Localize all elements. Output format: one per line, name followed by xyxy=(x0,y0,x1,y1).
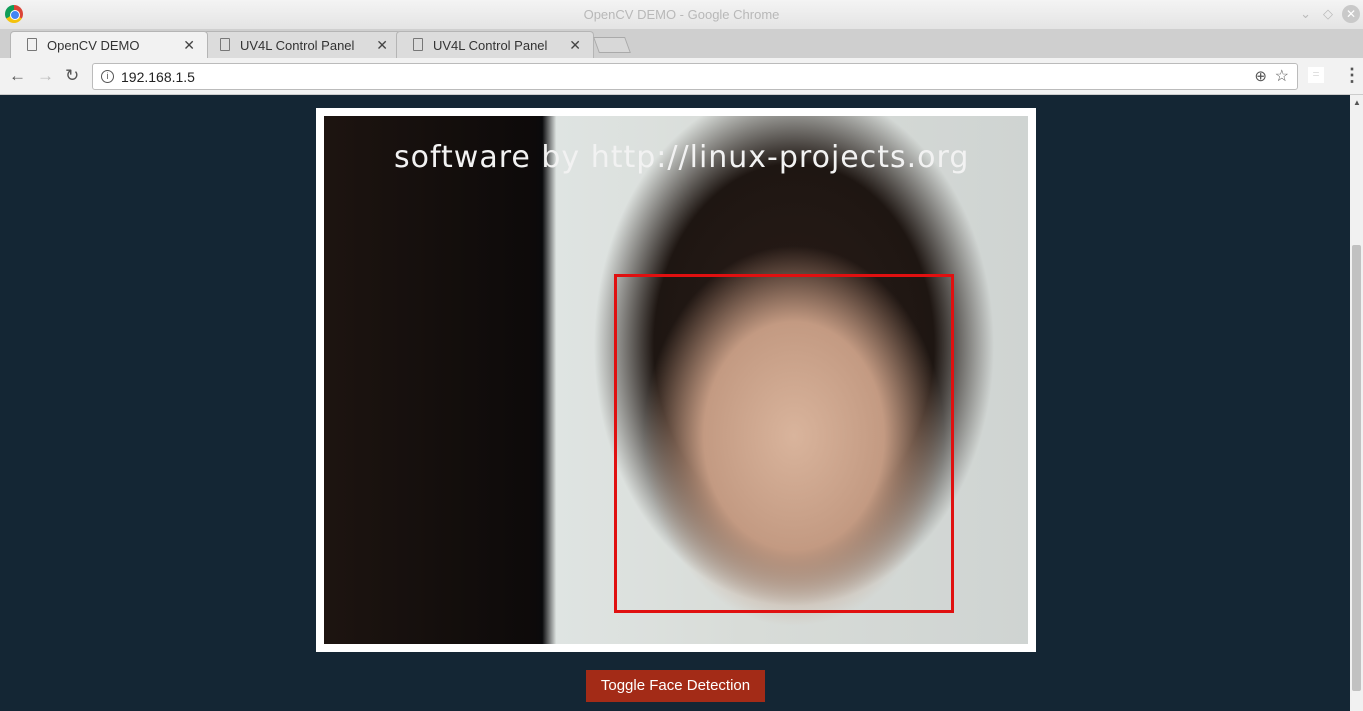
toggle-face-detection-button[interactable]: Toggle Face Detection xyxy=(586,670,765,702)
scrollbar[interactable]: ▲ xyxy=(1350,95,1363,711)
zoom-icon[interactable]: ⊕ xyxy=(1254,67,1267,85)
back-icon[interactable]: ← xyxy=(9,66,26,86)
url-text[interactable]: 192.168.1.5 xyxy=(121,69,195,85)
page-icon xyxy=(27,38,37,51)
close-window-button[interactable]: ✕ xyxy=(1342,5,1360,23)
reload-icon[interactable]: ↻ xyxy=(65,66,79,86)
toolbar: ← → ↻ i 192.168.1.5 ⊕ ☆ = ⋮ xyxy=(0,58,1363,95)
tab-label: UV4L Control Panel xyxy=(240,38,355,53)
close-tab-icon[interactable]: ✕ xyxy=(569,37,581,54)
close-tab-icon[interactable]: ✕ xyxy=(376,37,388,54)
page-icon xyxy=(220,38,230,51)
face-detection-box xyxy=(614,274,954,613)
extension-icon[interactable]: = xyxy=(1308,67,1324,83)
info-icon[interactable]: i xyxy=(101,70,114,83)
page-icon xyxy=(413,38,423,51)
video-stream: software by http://linux-projects.org xyxy=(324,116,1028,644)
title-bar: OpenCV DEMO - Google Chrome ⌄ ◇ ✕ xyxy=(0,0,1363,29)
maximize-icon[interactable]: ◇ xyxy=(1323,6,1333,22)
forward-icon[interactable]: → xyxy=(37,66,54,86)
tab-uv4l-control-panel[interactable]: UV4L Control Panel ✕ xyxy=(203,31,401,58)
close-tab-icon[interactable]: ✕ xyxy=(183,37,195,54)
tab-label: UV4L Control Panel xyxy=(433,38,548,53)
watermark-text: software by http://linux-projects.org xyxy=(394,140,970,175)
tab-label: OpenCV DEMO xyxy=(47,38,140,53)
tab-opencv-demo[interactable]: OpenCV DEMO ✕ xyxy=(10,31,208,58)
menu-icon[interactable]: ⋮ xyxy=(1343,65,1361,86)
video-frame: software by http://linux-projects.org xyxy=(316,108,1036,652)
scrollbar-thumb[interactable] xyxy=(1352,245,1361,691)
tab-uv4l-control-panel-2[interactable]: UV4L Control Panel ✕ xyxy=(396,31,594,58)
minimize-icon[interactable]: ⌄ xyxy=(1300,6,1311,22)
bookmark-star-icon[interactable]: ☆ xyxy=(1275,66,1289,86)
scroll-up-icon[interactable]: ▲ xyxy=(1353,98,1361,107)
tab-strip: OpenCV DEMO ✕ UV4L Control Panel ✕ UV4L … xyxy=(0,29,1363,77)
address-bar[interactable]: i 192.168.1.5 ⊕ ☆ xyxy=(92,63,1298,90)
window-title: OpenCV DEMO - Google Chrome xyxy=(583,7,780,22)
new-tab-button[interactable] xyxy=(593,37,631,53)
